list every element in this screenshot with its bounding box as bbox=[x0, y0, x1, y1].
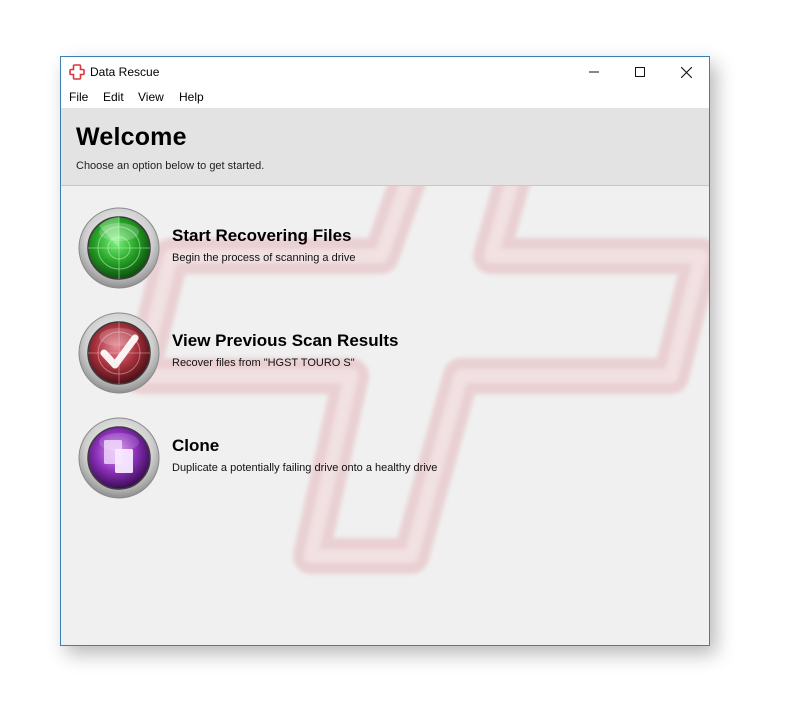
green-radar-icon bbox=[78, 207, 160, 289]
minimize-button[interactable] bbox=[571, 57, 617, 87]
window-title: Data Rescue bbox=[90, 65, 160, 79]
minimize-icon bbox=[589, 71, 599, 73]
close-icon bbox=[680, 66, 692, 78]
options-panel: Start Recovering Files Begin the process… bbox=[61, 186, 709, 645]
menu-bar: File Edit View Help bbox=[61, 87, 709, 108]
welcome-header: Welcome Choose an option below to get st… bbox=[61, 108, 709, 186]
clone-documents-icon bbox=[78, 417, 160, 499]
checkmark-radar-icon bbox=[78, 312, 160, 394]
page-subtitle: Choose an option below to get started. bbox=[76, 160, 265, 172]
data-rescue-cross-icon bbox=[69, 64, 85, 80]
option-description: Recover files from "HGST TOURO S" bbox=[172, 357, 355, 369]
option-description: Duplicate a potentially failing drive on… bbox=[172, 462, 438, 474]
option-title: Start Recovering Files bbox=[172, 226, 352, 245]
maximize-button[interactable] bbox=[617, 57, 663, 87]
menu-file[interactable]: File bbox=[69, 90, 88, 104]
close-button[interactable] bbox=[663, 57, 709, 87]
menu-view[interactable]: View bbox=[138, 90, 164, 104]
page-title: Welcome bbox=[76, 123, 187, 151]
start-recovering-option[interactable]: Start Recovering Files Begin the process… bbox=[77, 206, 637, 290]
clone-option[interactable]: Clone Duplicate a potentially failing dr… bbox=[77, 416, 637, 500]
maximize-icon bbox=[635, 67, 645, 77]
option-title: Clone bbox=[172, 436, 220, 455]
menu-edit[interactable]: Edit bbox=[103, 90, 124, 104]
option-title: View Previous Scan Results bbox=[172, 331, 399, 350]
view-previous-results-option[interactable]: View Previous Scan Results Recover files… bbox=[77, 311, 637, 395]
option-description: Begin the process of scanning a drive bbox=[172, 252, 356, 264]
title-bar[interactable]: Data Rescue bbox=[61, 57, 709, 87]
menu-help[interactable]: Help bbox=[179, 90, 204, 104]
app-window: Data Rescue File Edit View Help Welcome … bbox=[60, 56, 710, 646]
